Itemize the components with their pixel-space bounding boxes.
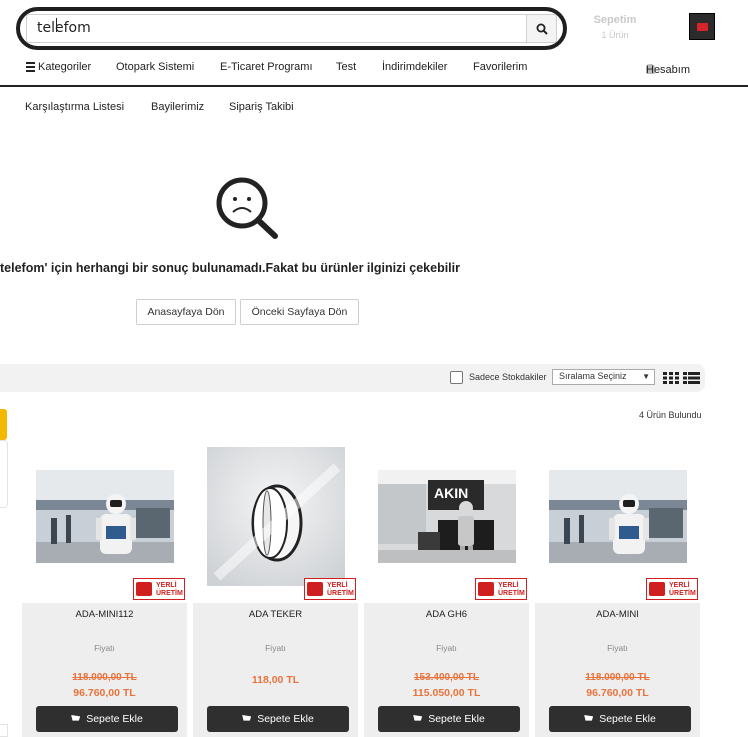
product-image[interactable]: AKIN <box>378 470 516 563</box>
text-cursor <box>56 18 57 32</box>
cart-icon <box>71 715 81 721</box>
main-nav: Kategoriler Otopark Sistemi E-Ticaret Pr… <box>0 59 748 87</box>
price-label: Fiyatı <box>607 643 628 653</box>
dropdown-arrow-icon: ▼ <box>642 372 650 381</box>
price-label: Fiyatı <box>94 643 115 653</box>
nav-item-otopark[interactable]: Otopark Sistemi <box>116 61 194 73</box>
product-name[interactable]: ADA-MINI112 <box>22 609 187 620</box>
result-count: 4 Ürün Bulundu <box>639 410 702 420</box>
cart-count: 1 Ürün <box>601 30 629 40</box>
grid-view-icon[interactable] <box>663 372 679 384</box>
sad-search-icon <box>216 177 278 239</box>
search-input[interactable]: telefom <box>26 14 527 43</box>
product-card[interactable]: AKIN YERLİ ÜRETİM ADA GH6 Fiyatı 153.400… <box>364 440 529 737</box>
price-label: Fiyatı <box>436 643 457 653</box>
cart-icon <box>242 715 252 721</box>
account-label: Hesabım <box>646 64 691 76</box>
stock-only-checkbox[interactable] <box>450 371 463 384</box>
product-image[interactable] <box>36 470 174 563</box>
cart-icon <box>413 715 423 721</box>
turkey-flag-icon <box>697 23 708 31</box>
price-label: Fiyatı <box>265 643 286 653</box>
product-card[interactable]: YERLİ ÜRETİM ADA-MINI Fiyatı 118.000,00 … <box>535 440 700 737</box>
search-icon <box>536 23 548 35</box>
factory-icon <box>649 582 665 596</box>
yerli-uretim-badge: YERLİ ÜRETİM <box>304 578 356 600</box>
old-price: 118.000,00 TL <box>72 672 137 683</box>
svg-text:AKIN: AKIN <box>434 485 468 501</box>
stock-only-label: Sadece Stokdakiler <box>469 372 547 382</box>
add-to-cart-button[interactable]: Sepete Ekle <box>36 706 178 732</box>
search-input-value: telefom <box>37 20 91 36</box>
nav-item-indirimdekiler[interactable]: İndirimdekiler <box>382 61 447 73</box>
nav-item-eticaret[interactable]: E-Ticaret Programı <box>220 61 313 73</box>
product-card[interactable]: YERLİ ÜRETİM ADA TEKER Fiyatı 118,00 TL … <box>193 440 358 737</box>
side-panel-edge <box>0 440 8 508</box>
factory-icon <box>136 582 152 596</box>
sort-select[interactable]: Sıralama Seçiniz ▼ <box>552 369 655 385</box>
subnav-dealers[interactable]: Bayilerimiz <box>151 101 204 113</box>
product-image[interactable] <box>549 470 687 563</box>
cart-link[interactable]: Sepetim 1 Ürün <box>590 14 640 40</box>
product-image[interactable] <box>207 447 345 586</box>
nav-categories[interactable]: Kategoriler <box>38 61 91 73</box>
product-price: 96.760,00 TL <box>586 687 649 699</box>
add-to-cart-button[interactable]: Sepete Ekle <box>207 706 349 732</box>
add-to-cart-button[interactable]: Sepete Ekle <box>378 706 520 732</box>
yerli-uretim-badge: YERLİ ÜRETİM <box>646 578 698 600</box>
product-price: 115.050,00 TL <box>412 687 481 699</box>
old-price: 118.000,00 TL <box>585 672 650 683</box>
yerli-uretim-badge: YERLİ ÜRETİM <box>133 578 185 600</box>
add-to-cart-button[interactable]: Sepete Ekle <box>549 706 691 732</box>
previous-page-button[interactable]: Önceki Sayfaya Dön <box>240 299 359 325</box>
side-filter-tab[interactable] <box>0 409 7 440</box>
search-button[interactable] <box>526 14 557 43</box>
factory-icon <box>478 582 494 596</box>
no-result-message: telefom' için herhangi bir sonuç bulunam… <box>0 261 460 275</box>
product-name[interactable]: ADA-MINI <box>535 609 700 620</box>
search-bar: telefom <box>16 7 567 50</box>
list-view-icon[interactable] <box>683 372 700 384</box>
product-price: 96.760,00 TL <box>73 687 136 699</box>
product-card[interactable]: YERLİ ÜRETİM ADA-MINI112 Fiyatı 118.000,… <box>22 440 187 737</box>
product-name[interactable]: ADA TEKER <box>193 609 358 620</box>
hamburger-icon <box>26 62 35 74</box>
filter-bar: Sadece Stokdakiler Sıralama Seçiniz ▼ <box>0 364 705 392</box>
sort-select-value: Sıralama Seçiniz <box>559 371 627 381</box>
subnav-compare[interactable]: Karşılaştırma Listesi <box>25 101 124 113</box>
factory-icon <box>307 582 323 596</box>
language-flag-button[interactable] <box>689 13 715 40</box>
subnav-order-tracking[interactable]: Sipariş Takibi <box>229 101 294 113</box>
cart-icon <box>584 715 594 721</box>
side-panel-edge <box>0 724 8 737</box>
nav-item-favorilerim[interactable]: Favorilerim <box>473 61 527 73</box>
product-price: 118,00 TL <box>251 674 300 686</box>
cart-title: Sepetim <box>593 14 637 26</box>
product-name[interactable]: ADA GH6 <box>364 609 529 620</box>
home-button[interactable]: Anasayfaya Dön <box>136 299 236 325</box>
account-menu[interactable]: Hesabım ▾ <box>646 62 690 76</box>
nav-item-test[interactable]: Test <box>336 61 356 73</box>
yerli-uretim-badge: YERLİ ÜRETİM <box>475 578 527 600</box>
old-price: 153.400,00 TL <box>413 672 480 683</box>
